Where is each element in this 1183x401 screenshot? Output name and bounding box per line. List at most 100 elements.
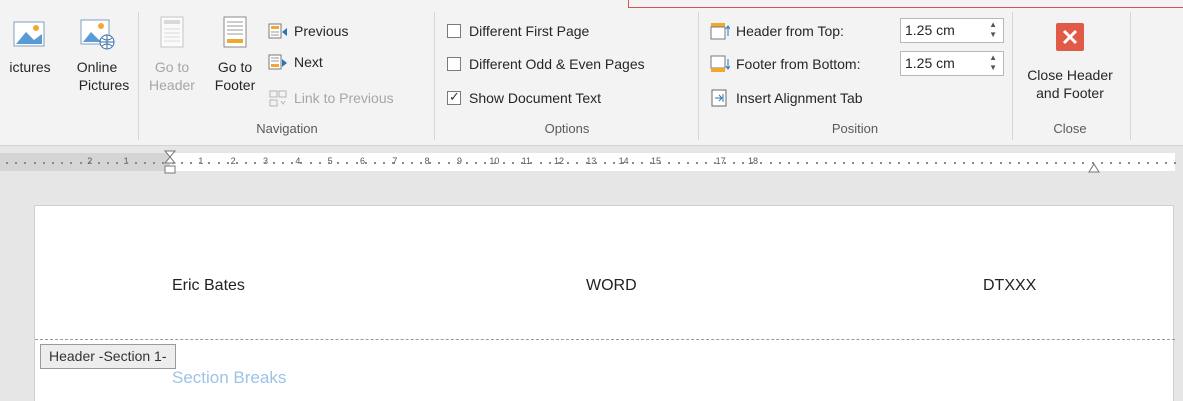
link-to-previous-button[interactable]: Link to Previous [268,87,394,109]
ruler-tick [135,162,137,164]
show-document-text-checkbox[interactable]: Show Document Text [447,87,601,109]
spin-arrows-icon[interactable]: ▲ ▼ [989,20,997,40]
options-group-label: Options [544,121,590,136]
ruler-tick [641,162,643,164]
ruler-tick [1055,162,1057,164]
ruler-number: 13 [586,156,597,166]
online-pictures-label-2: Pictures [78,77,130,93]
indent-marker-icon[interactable] [163,150,177,176]
ruler-tick [438,162,440,164]
different-odd-even-box[interactable] [447,57,461,71]
ruler-tick [1009,162,1011,164]
next-label: Next [294,54,323,70]
ruler-tick [116,162,118,164]
next-button[interactable]: Next [268,51,323,73]
ruler-tick [797,162,799,164]
ruler-tick [963,162,965,164]
show-document-text-label: Show Document Text [469,90,602,106]
close-group-label: Close [1053,121,1087,136]
ruler-tick [521,162,523,164]
header-right-text[interactable]: DTXXX [983,277,1036,295]
ruler-number: 14 [618,156,629,166]
next-section-icon [268,54,287,70]
ruler-tick [1073,162,1075,164]
previous-section-icon [268,23,287,39]
previous-button[interactable]: Previous [268,20,348,42]
ruler-tick [89,162,91,164]
ruler-number: 15 [650,156,661,166]
go-to-header-label-2: Header [149,77,195,93]
ruler-number: 7 [392,156,398,166]
document-page[interactable]: Eric Bates WORD DTXXX Header -Section 1-… [34,205,1175,401]
ruler-tick [981,162,983,164]
previous-label: Previous [294,23,349,39]
ruler-tick [1082,162,1084,164]
ruler-tick [898,162,900,164]
ruler-tick [503,162,505,164]
header-left-text[interactable]: Eric Bates [172,277,245,295]
close-icon [1056,23,1084,51]
online-pictures-button[interactable]: Online Pictures [62,14,132,94]
footer-from-bottom-value: 1.25 cm [905,55,955,71]
go-to-header-button[interactable]: Go to Header [142,14,202,94]
footer-from-bottom-input[interactable]: 1.25 cm ▲ ▼ [900,51,1004,76]
spin-arrows-icon[interactable]: ▲ ▼ [989,53,997,73]
ruler-tick [144,162,146,164]
ruler-tick [751,162,753,164]
right-indent-marker-icon[interactable] [1087,161,1101,173]
ruler-tick [1110,162,1112,164]
go-to-footer-button[interactable]: Go to Footer [205,14,265,94]
ruler-tick [540,162,542,164]
ruler-tick [15,162,17,164]
insert-alignment-tab-button[interactable]: Insert Alignment Tab [710,87,863,109]
footer-from-bottom-label: Footer from Bottom: [736,56,861,72]
ruler-tick [567,162,569,164]
header-from-top-input[interactable]: 1.25 cm ▲ ▼ [900,18,1004,43]
different-first-page-checkbox[interactable]: Different First Page [447,20,589,42]
different-odd-even-checkbox[interactable]: Different Odd & Even Pages [447,53,645,75]
ruler-tick [346,162,348,164]
group-separator [434,12,435,140]
ruler-tick [935,162,937,164]
ruler-tick [218,162,220,164]
ruler-tick [383,162,385,164]
ruler-tick [1018,162,1020,164]
ruler-tick [972,162,974,164]
ruler-tick [1027,162,1029,164]
ruler-tick [448,162,450,164]
insert-alignment-tab-label: Insert Alignment Tab [736,90,863,106]
ruler-number: 10 [489,156,500,166]
ruler-number: 12 [553,156,564,166]
selection-outline [628,0,1183,8]
ruler-tick [43,162,45,164]
header-from-top-control: Header from Top: [710,20,844,42]
ruler-tick [208,162,210,164]
horizontal-ruler[interactable]: 2 1 1 2 3 4 5 6 7 8 9 10 11 12 13 14 15 17 18 [0,147,1183,177]
header-boundary-line [35,339,1175,340]
ruler-tick [834,162,836,164]
online-pictures-icon [80,19,115,50]
footer-from-bottom-control: Footer from Bottom: [710,53,860,75]
ruler-number: 8 [424,156,430,166]
close-header-footer-button[interactable]: Close Header and Footer [1014,22,1126,102]
ruler-tick [733,162,735,164]
ruler-tick [107,162,109,164]
header-from-top-label: Header from Top: [736,23,844,39]
ruler-tick [990,162,992,164]
header-center-text[interactable]: WORD [586,277,637,295]
ruler-number: 1 [198,156,204,166]
position-group-label: Position [831,121,879,136]
different-first-page-box[interactable] [447,24,461,38]
ruler-tick [889,162,891,164]
ruler-number: 4 [295,156,301,166]
ruler-tick [632,162,634,164]
ruler-tick [659,162,661,164]
ruler-number: 2 [230,156,236,166]
pictures-button[interactable]: ictures [0,14,60,76]
show-document-text-box[interactable] [447,89,461,105]
different-odd-even-label: Different Odd & Even Pages [469,56,645,72]
body-heading[interactable]: Section Breaks [172,368,286,388]
ruler-tick [908,162,910,164]
ruler-tick [466,162,468,164]
ruler-tick [696,162,698,164]
